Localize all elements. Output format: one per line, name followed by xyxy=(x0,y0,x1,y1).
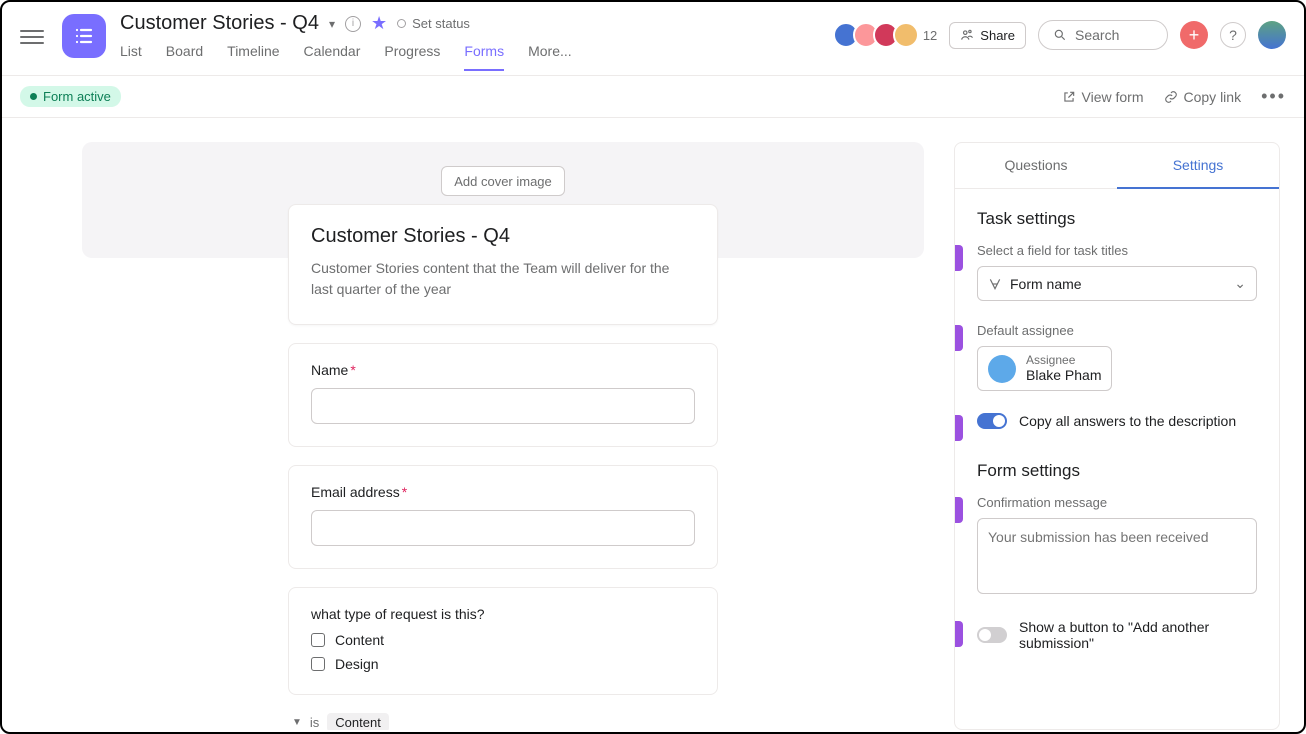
help-button[interactable]: ? xyxy=(1220,22,1246,48)
view-form-button[interactable]: View form xyxy=(1062,89,1144,105)
select-field-label: Select a field for task titles xyxy=(977,243,1257,258)
caret-down-icon: ▼ xyxy=(292,717,302,728)
settings-panel: Questions Settings Task settings 1 Selec… xyxy=(954,142,1280,730)
set-status-button[interactable]: Set status xyxy=(397,16,470,31)
member-avatars[interactable]: 12 xyxy=(839,22,937,48)
assignee-name: Blake Pham xyxy=(1026,367,1101,384)
step-badge-1: 1 xyxy=(954,245,963,271)
step-badge-4: 4 xyxy=(954,497,963,523)
chevron-down-icon[interactable]: ▾ xyxy=(329,17,335,31)
search-icon xyxy=(1053,28,1067,42)
status-dot-icon xyxy=(397,19,406,28)
checkbox-option-content[interactable]: Content xyxy=(311,632,695,648)
branch-rule[interactable]: ▼ is Content xyxy=(288,713,718,730)
tab-calendar[interactable]: Calendar xyxy=(304,43,361,71)
set-status-label: Set status xyxy=(412,16,470,31)
form-settings-heading: Form settings xyxy=(977,461,1257,481)
rule-value-chip[interactable]: Content xyxy=(327,713,389,730)
menu-toggle[interactable] xyxy=(20,26,44,50)
share-label: Share xyxy=(980,28,1015,43)
step-badge-2: 2 xyxy=(954,325,963,351)
task-title-field-select[interactable]: Form name ⌄ xyxy=(977,266,1257,301)
confirmation-message-label: Confirmation message xyxy=(977,495,1257,510)
assignee-role: Assignee xyxy=(1026,353,1101,367)
copy-answers-label: Copy all answers to the description xyxy=(1019,413,1236,429)
tab-board[interactable]: Board xyxy=(166,43,203,71)
form-description: Customer Stories content that the Team w… xyxy=(311,258,695,300)
view-form-label: View form xyxy=(1082,89,1144,105)
create-button[interactable]: + xyxy=(1180,21,1208,49)
tab-forms[interactable]: Forms xyxy=(464,43,504,71)
form-header-card[interactable]: Customer Stories - Q4 Customer Stories c… xyxy=(288,204,718,325)
panel-tab-settings[interactable]: Settings xyxy=(1117,143,1279,189)
option-label: Content xyxy=(335,632,384,648)
tab-list[interactable]: List xyxy=(120,43,142,71)
text-input[interactable] xyxy=(311,388,695,424)
form-status-badge[interactable]: Form active xyxy=(20,86,121,107)
share-button[interactable]: Share xyxy=(949,22,1026,49)
chevron-down-icon: ⌄ xyxy=(1234,275,1246,292)
avatar xyxy=(988,355,1016,383)
more-actions-button[interactable]: ••• xyxy=(1261,86,1286,107)
status-dot-icon xyxy=(30,93,37,100)
form-field-request-type[interactable]: what type of request is this? Content De… xyxy=(288,587,718,695)
info-icon[interactable]: i xyxy=(345,16,361,32)
project-title[interactable]: Customer Stories - Q4 xyxy=(120,12,319,35)
form-field-name[interactable]: Name* xyxy=(288,343,718,447)
project-tabs: List Board Timeline Calendar Progress Fo… xyxy=(120,43,572,71)
checkbox-option-design[interactable]: Design xyxy=(311,656,695,672)
star-icon[interactable]: ★ xyxy=(371,13,387,34)
form-field-email[interactable]: Email address* xyxy=(288,465,718,569)
option-label: Design xyxy=(335,656,379,672)
copy-answers-toggle[interactable] xyxy=(977,413,1007,429)
required-indicator: * xyxy=(350,362,355,378)
search-placeholder: Search xyxy=(1075,27,1119,43)
form-status-label: Form active xyxy=(43,89,111,104)
add-cover-image-button[interactable]: Add cover image xyxy=(441,166,565,196)
default-assignee-select[interactable]: Assignee Blake Pham xyxy=(977,346,1112,391)
tab-more[interactable]: More... xyxy=(528,43,572,71)
text-icon xyxy=(988,277,1002,291)
link-icon xyxy=(1164,90,1178,104)
checkbox-icon xyxy=(311,657,325,671)
step-badge-3: 3 xyxy=(954,415,963,441)
avatar xyxy=(893,22,919,48)
panel-tab-questions[interactable]: Questions xyxy=(955,143,1117,189)
text-input[interactable] xyxy=(311,510,695,546)
select-value: Form name xyxy=(1010,276,1082,292)
required-indicator: * xyxy=(402,484,407,500)
project-icon xyxy=(62,14,106,58)
add-another-toggle[interactable] xyxy=(977,627,1007,643)
field-label: what type of request is this? xyxy=(311,606,695,622)
tab-timeline[interactable]: Timeline xyxy=(227,43,279,71)
search-input[interactable]: Search xyxy=(1038,20,1168,50)
field-label: Email address xyxy=(311,484,400,500)
step-badge-5: 5 xyxy=(954,621,963,647)
copy-link-label: Copy link xyxy=(1184,89,1242,105)
avatar-overflow-count: 12 xyxy=(923,28,937,43)
confirmation-message-input[interactable] xyxy=(977,518,1257,594)
default-assignee-label: Default assignee xyxy=(977,323,1257,338)
checkbox-icon xyxy=(311,633,325,647)
rule-is-label: is xyxy=(310,715,319,730)
copy-link-button[interactable]: Copy link xyxy=(1164,89,1242,105)
task-settings-heading: Task settings xyxy=(977,209,1257,229)
current-user-avatar[interactable] xyxy=(1258,21,1286,49)
add-another-label: Show a button to "Add another submission… xyxy=(1019,619,1257,651)
field-label: Name xyxy=(311,362,348,378)
external-link-icon xyxy=(1062,90,1076,104)
form-title: Customer Stories - Q4 xyxy=(311,225,695,248)
tab-progress[interactable]: Progress xyxy=(384,43,440,71)
